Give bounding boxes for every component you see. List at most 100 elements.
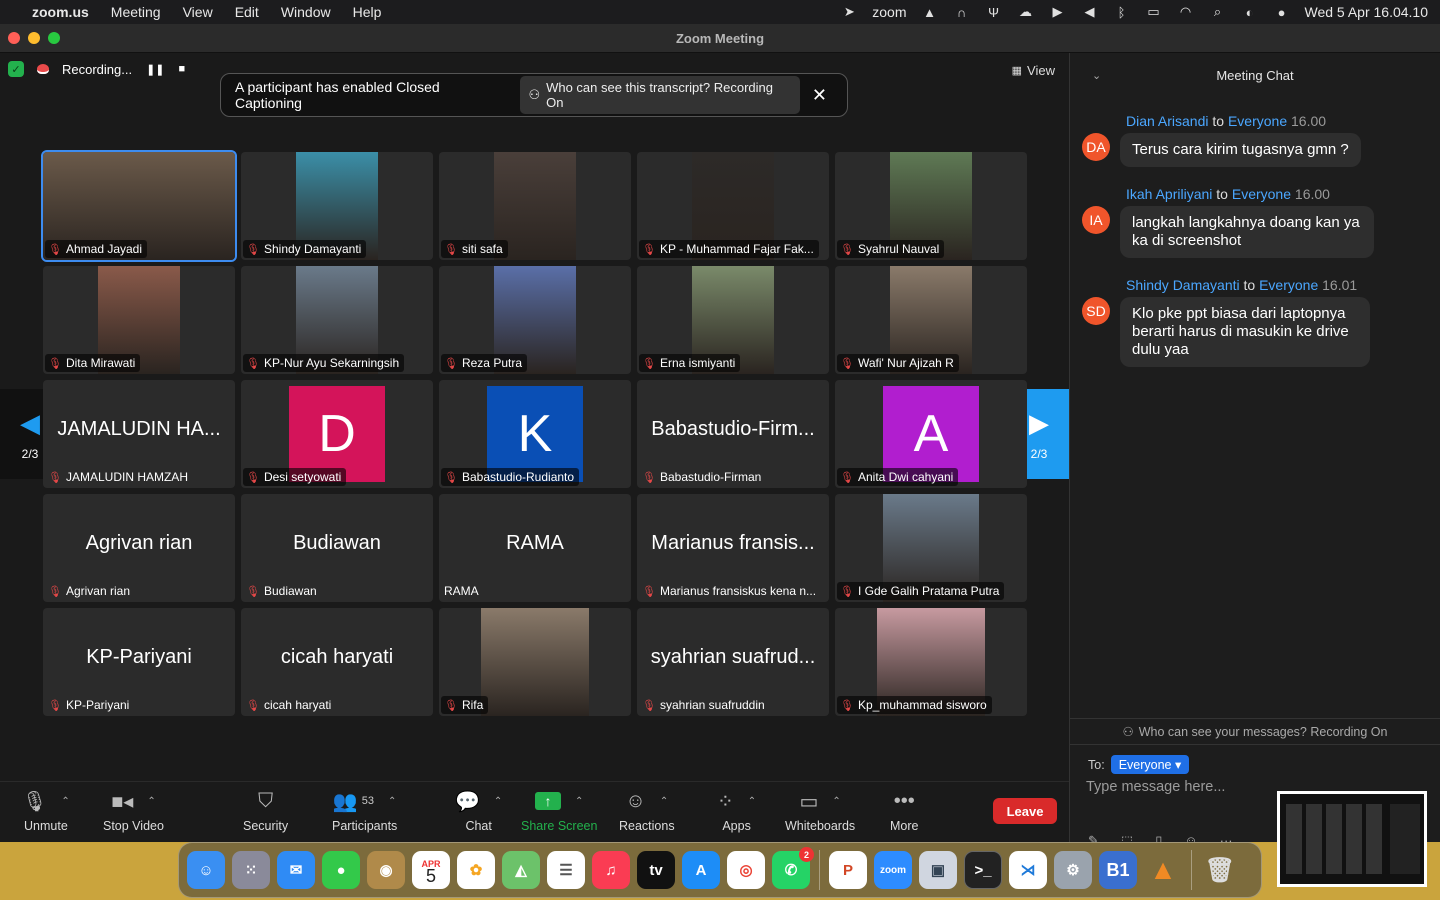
participant-tile[interactable]: D 🎙 Desi setyowati [241,380,433,488]
terminal-icon[interactable]: >_ [964,851,1002,889]
participant-tile[interactable]: A 🎙 Anita Dwi cahyani [835,380,1027,488]
participant-tile[interactable]: 🎙 Syahrul Nauval [835,152,1027,260]
chevron-up-icon[interactable]: ⌃ [748,796,756,807]
trash-icon[interactable]: 🗑 [1201,851,1239,889]
vscode-icon[interactable]: ⋊ [1009,851,1047,889]
vlc-icon[interactable]: ▲ [1144,851,1182,889]
contacts-icon[interactable]: ◉ [367,851,405,889]
cloud-icon[interactable]: ☁ [1017,4,1035,19]
whiteboards-button[interactable]: ▭ ⌃ Whiteboards [785,788,855,834]
siri-icon[interactable]: ● [1273,5,1291,20]
chevron-up-icon[interactable]: ⌃ [147,796,155,807]
app-store-icon[interactable]: A [682,851,720,889]
encryption-shield-icon[interactable]: ✓ [8,61,24,77]
menu-clock[interactable]: Wed 5 Apr 16.04.10 [1305,4,1429,20]
participant-tile[interactable]: 🎙 Ahmad Jayadi [41,150,237,262]
chrome-icon[interactable]: ◎ [727,851,765,889]
screenshot-thumbnail[interactable] [1277,791,1427,887]
share-screen-button[interactable]: ↑ ⌃ Share Screen [521,788,597,833]
chat-visibility-notice[interactable]: ⚇ Who can see your messages? Recording O… [1070,718,1440,744]
chevron-up-icon[interactable]: ⌃ [575,796,583,807]
participant-tile[interactable]: 🎙 Dita Mirawati [43,266,235,374]
view-button[interactable]: ▦ View [1012,63,1055,78]
menu-meeting[interactable]: Meeting [111,4,161,20]
play-icon[interactable]: ▶ [1049,4,1067,19]
participant-tile[interactable]: K 🎙 Babastudio-Rudianto [439,380,631,488]
launchpad-icon[interactable]: ⁙ [232,851,270,889]
participant-tile[interactable]: JAMALUDIN HA... 🎙 JAMALUDIN HAMZAH [43,380,235,488]
close-icon[interactable]: ✕ [812,85,827,106]
unmute-button[interactable]: 🎙 ⌃ Unmute [22,788,70,834]
calendar-icon[interactable]: APR 5 [412,851,450,889]
participant-tile[interactable]: 🎙 I Gde Galih Pratama Putra [835,494,1027,602]
participant-tile[interactable]: 🎙 Kp_muhammad sisworo [835,608,1027,716]
more-button[interactable]: ••• More [890,788,918,834]
message-bubble[interactable]: Klo pke ppt biasa dari laptopnya berarti… [1120,297,1370,367]
fullscreen-window-button[interactable] [48,32,60,44]
preview-icon[interactable]: ▣ [919,851,957,889]
pause-recording-button[interactable]: ❚❚ [146,63,164,76]
utensils-icon[interactable]: Ψ [985,5,1003,20]
participant-tile[interactable]: KP-Pariyani 🎙 KP-Pariyani [43,608,235,716]
chevron-up-icon[interactable]: ⌃ [660,796,668,807]
music-icon[interactable]: ♫ [592,851,630,889]
volume-icon[interactable]: ◀ [1081,4,1099,19]
participant-tile[interactable]: 🎙 Erna ismiyanti [637,266,829,374]
b1-app-icon[interactable]: B1 [1099,851,1137,889]
participant-tile[interactable]: 🎙 KP - Muhammad Fajar Fak... [637,152,829,260]
leave-button[interactable]: Leave [993,798,1057,824]
participant-tile[interactable]: 🎙 Rifa [439,608,631,716]
message-bubble[interactable]: Terus cara kirim tugasnya gmn ? [1120,133,1361,167]
menu-app-name[interactable]: zoom.us [32,4,89,20]
menu-view[interactable]: View [183,4,213,20]
message-sender[interactable]: Shindy Damayanti [1126,277,1240,293]
chat-button[interactable]: 💬 ⌃ Chat [455,788,502,834]
message-sender[interactable]: Ikah Apriliyani [1126,186,1212,202]
transcript-visibility-button[interactable]: ⚇ Who can see this transcript? Recording… [520,76,800,114]
menu-help[interactable]: Help [353,4,382,20]
zoom-app-icon[interactable]: zoom [874,851,912,889]
reactions-button[interactable]: ☺ ⌃ Reactions [619,788,675,834]
reminders-icon[interactable]: ☰ [547,851,585,889]
maps-icon[interactable]: ◭ [502,851,540,889]
battery-icon[interactable]: ▭ [1145,4,1163,19]
whatsapp-icon[interactable]: ✆ 2 [772,847,814,889]
apple-tv-icon[interactable]: tv [637,851,675,889]
powerpoint-icon[interactable]: P [829,851,867,889]
apps-button[interactable]: ⁘ ⌃ Apps [717,788,756,834]
chevron-up-icon[interactable]: ⌃ [832,796,840,807]
participant-tile[interactable]: cicah haryati 🎙 cicah haryati [241,608,433,716]
participant-tile[interactable]: 🎙 Reza Putra [439,266,631,374]
mail-icon[interactable]: ✉ [277,851,315,889]
chat-message-input[interactable]: Type message here... [1086,779,1225,795]
participant-tile[interactable]: Agrivan rian 🎙 Agrivan rian [43,494,235,602]
message-bubble[interactable]: langkah langkahnya doang kan ya ka di sc… [1120,206,1374,258]
chevron-up-icon[interactable]: ⌃ [388,796,396,807]
message-sender[interactable]: Dian Arisandi [1126,113,1209,129]
participant-tile[interactable]: 🎙 siti safa [439,152,631,260]
menu-window[interactable]: Window [281,4,331,20]
messages-icon[interactable]: ● [322,851,360,889]
wifi-icon[interactable]: ◠ [1177,4,1195,19]
control-center-icon[interactable]: ◐ [1241,5,1259,20]
finder-icon[interactable]: ☺ [187,851,225,889]
participant-tile[interactable]: 🎙 Shindy Damayanti [241,152,433,260]
close-window-button[interactable] [8,32,20,44]
participant-tile[interactable]: Babastudio-Firm... 🎙 Babastudio-Firman [637,380,829,488]
security-button[interactable]: ⛉ Security [243,788,288,834]
chevron-down-icon[interactable]: ⌄ [1092,69,1101,82]
zoom-menu-extra[interactable]: zoom [872,4,906,20]
minimize-window-button[interactable] [28,32,40,44]
participant-tile[interactable]: 🎙 KP-Nur Ayu Sekarningsih [241,266,433,374]
recipient-dropdown[interactable]: Everyone ▾ [1110,755,1190,774]
cone-icon[interactable]: ▲ [921,5,939,20]
headphones-icon[interactable]: ∩ [953,5,971,20]
menu-edit[interactable]: Edit [235,4,259,20]
search-icon[interactable]: ⌕ [1209,4,1227,19]
participant-tile[interactable]: RAMA RAMA [439,494,631,602]
participant-tile[interactable]: 🎙 Wafi' Nur Ajizah R [835,266,1027,374]
bluetooth-icon[interactable]: ᛒ [1113,5,1131,20]
participants-button[interactable]: 👥 53 ⌃ Participants [332,788,397,834]
chevron-up-icon[interactable]: ⌃ [61,796,69,807]
stop-recording-button[interactable]: ■ [179,63,186,75]
